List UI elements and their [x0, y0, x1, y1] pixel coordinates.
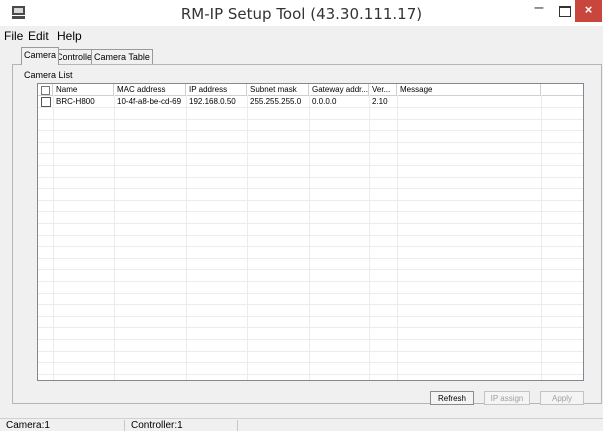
grid-row-line: [38, 211, 583, 212]
grid-row-line: [38, 223, 583, 224]
minimize-button[interactable]: –: [527, 0, 551, 22]
grid-row-line: [38, 281, 583, 282]
refresh-button[interactable]: Refresh: [430, 391, 474, 405]
grid-row-line: [38, 304, 583, 305]
grid-column-line: [53, 95, 54, 380]
column-ip-address[interactable]: IP address: [186, 84, 247, 95]
cell-gateway-address: 0.0.0.0: [312, 97, 337, 106]
grid-row-line: [38, 142, 583, 143]
grid-row-line: [38, 339, 583, 340]
ip-assign-button[interactable]: IP assign: [484, 391, 530, 405]
grid-column-line: [369, 95, 370, 380]
grid-column-line: [186, 95, 187, 380]
grid-row-line: [38, 293, 583, 294]
grid-row-line: [38, 316, 583, 317]
grid-row-line: [38, 269, 583, 270]
grid-row-line: [38, 374, 583, 375]
grid-row-line: [38, 351, 583, 352]
window-title: RM-IP Setup Tool (43.30.111.17): [180, 5, 423, 23]
row-checkbox[interactable]: [41, 97, 51, 107]
grid-row-line: [38, 235, 583, 236]
tab-camera[interactable]: Camera: [21, 47, 60, 65]
title-bar: RM-IP Setup Tool (43.30.111.17) – ×: [0, 0, 603, 26]
column-subnet-mask[interactable]: Subnet mask: [247, 84, 309, 95]
column-version[interactable]: Ver...: [369, 84, 397, 95]
cell-version: 2.10: [372, 97, 388, 106]
grid-row-line: [38, 107, 583, 108]
menu-file[interactable]: File: [4, 29, 23, 43]
menu-edit[interactable]: Edit: [28, 29, 49, 43]
column-gateway-address[interactable]: Gateway addr...: [309, 84, 369, 95]
grid-row-line: [38, 327, 583, 328]
grid-column-line: [247, 95, 248, 380]
column-mac-address[interactable]: MAC address: [114, 84, 186, 95]
grid-row-line: [38, 130, 583, 131]
grid-row-line: [38, 177, 583, 178]
grid-row-line: [38, 165, 583, 166]
column-message[interactable]: Message: [397, 84, 541, 95]
column-name[interactable]: Name: [53, 84, 114, 95]
cell-mac-address: 10-4f-a8-be-cd-69: [117, 97, 182, 106]
grid-row-line: [38, 188, 583, 189]
cell-name: BRC-H800: [56, 97, 95, 106]
menu-help[interactable]: Help: [57, 29, 82, 43]
maximize-button[interactable]: [554, 0, 576, 22]
grid-column-line: [397, 95, 398, 380]
grid-row-line: [38, 153, 583, 154]
status-controller-count: Controller:1: [125, 420, 238, 431]
status-bar: Camera:1 Controller:1: [0, 418, 603, 431]
cell-subnet-mask: 255.255.255.0: [250, 97, 302, 106]
camera-list-table[interactable]: Name MAC address IP address Subnet mask …: [37, 83, 584, 381]
grid-row-line: [38, 362, 583, 363]
status-message-area: [238, 420, 603, 431]
grid-row-line: [38, 246, 583, 247]
tab-strip: Camera Controller Camera Table: [0, 47, 603, 65]
header-select-all[interactable]: [38, 84, 53, 95]
select-all-checkbox[interactable]: [41, 86, 50, 95]
grid-row-line: [38, 200, 583, 201]
grid-column-line: [114, 95, 115, 380]
status-camera-count: Camera:1: [0, 420, 125, 431]
menu-bar: File Edit Help: [0, 27, 603, 45]
grid-column-line: [309, 95, 310, 380]
cell-ip-address: 192.168.0.50: [189, 97, 236, 106]
close-button[interactable]: ×: [575, 0, 602, 22]
grid-column-line: [541, 95, 542, 380]
grid-row-line: [38, 258, 583, 259]
tab-camera-table[interactable]: Camera Table: [91, 49, 153, 64]
grid-row-line: [38, 119, 583, 120]
maximize-icon: [559, 6, 571, 17]
camera-list-label: Camera List: [24, 70, 73, 80]
cell-message: [397, 97, 541, 107]
table-header: Name MAC address IP address Subnet mask …: [38, 84, 583, 96]
app-window: RM-IP Setup Tool (43.30.111.17) – × File…: [0, 0, 603, 431]
apply-button[interactable]: Apply: [540, 391, 584, 405]
